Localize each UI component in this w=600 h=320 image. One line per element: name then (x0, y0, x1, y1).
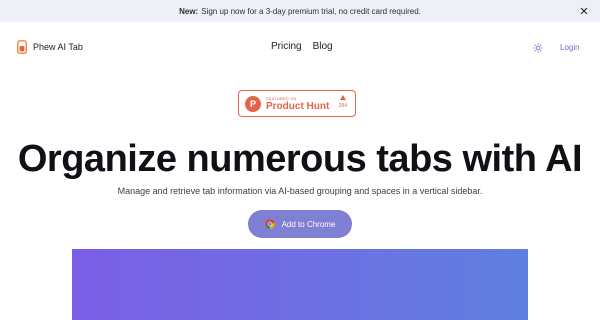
logo-icon (17, 40, 27, 54)
nav-link-pricing[interactable]: Pricing (271, 41, 302, 52)
add-to-chrome-button[interactable]: Add to Chrome (248, 210, 352, 238)
product-preview (72, 249, 528, 320)
hero-title: Organize numerous tabs with AI (17, 138, 583, 180)
upvote-arrow-icon (339, 95, 346, 100)
nav-links: Pricing Blog (271, 41, 333, 52)
product-hunt-badge[interactable]: P FEATURED ON Product Hunt 294 (238, 90, 356, 117)
product-hunt-name: Product Hunt (266, 100, 330, 112)
announcement-banner: New: Sign up now for a 3-day premium tri… (0, 0, 600, 22)
nav-link-blog[interactable]: Blog (313, 41, 333, 52)
add-to-chrome-label: Add to Chrome (281, 219, 336, 229)
product-hunt-logo-icon: P (245, 95, 261, 112)
vote-count: 294 (338, 103, 347, 109)
product-hunt-votes: 294 (339, 95, 347, 109)
close-icon[interactable] (578, 5, 590, 17)
brand-name: Phew AI Tab (33, 42, 83, 52)
theme-toggle-sun-icon[interactable] (533, 43, 543, 53)
top-navigation: Phew AI Tab Pricing Blog Login (0, 22, 600, 74)
login-link[interactable]: Login (560, 43, 580, 52)
brand[interactable]: Phew AI Tab (17, 40, 83, 54)
chrome-icon (264, 219, 275, 229)
banner-text: Sign up now for a 3-day premium trial, n… (201, 6, 421, 16)
banner-label: New: (179, 6, 199, 16)
product-hunt-text: FEATURED ON Product Hunt (266, 96, 329, 112)
hero-subtitle: Manage and retrieve tab information via … (117, 186, 483, 196)
